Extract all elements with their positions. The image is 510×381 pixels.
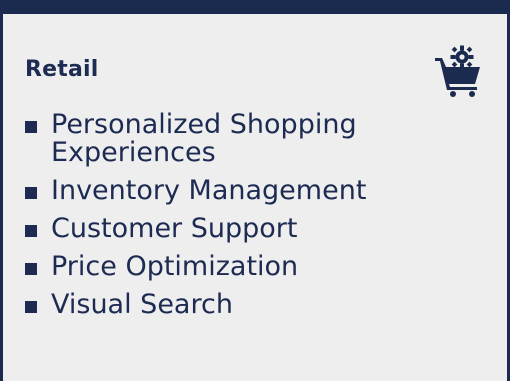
- list-item: Inventory Management: [25, 177, 451, 205]
- list-item: Visual Search: [25, 291, 451, 319]
- square-bullet-icon: [25, 121, 37, 133]
- list-item: Customer Support: [25, 215, 451, 243]
- list-item-label: Personalized Shopping Experiences: [51, 109, 357, 168]
- list-item-label: Visual Search: [51, 289, 233, 320]
- list-item-label: Customer Support: [51, 213, 298, 244]
- square-bullet-icon: [25, 187, 37, 199]
- square-bullet-icon: [25, 301, 37, 313]
- shopping-cart-gear-icon: [435, 45, 480, 97]
- retail-card: Retail Personalized Shopping Experiences: [0, 0, 510, 381]
- card-title: Retail: [25, 57, 99, 82]
- list-item: Price Optimization: [25, 253, 451, 281]
- list-item-label: Price Optimization: [51, 251, 299, 282]
- square-bullet-icon: [25, 225, 37, 237]
- list-item-label: Inventory Management: [51, 175, 367, 206]
- use-case-list: Personalized Shopping Experiences Invent…: [25, 111, 451, 329]
- square-bullet-icon: [25, 263, 37, 275]
- list-item: Personalized Shopping Experiences: [25, 111, 451, 167]
